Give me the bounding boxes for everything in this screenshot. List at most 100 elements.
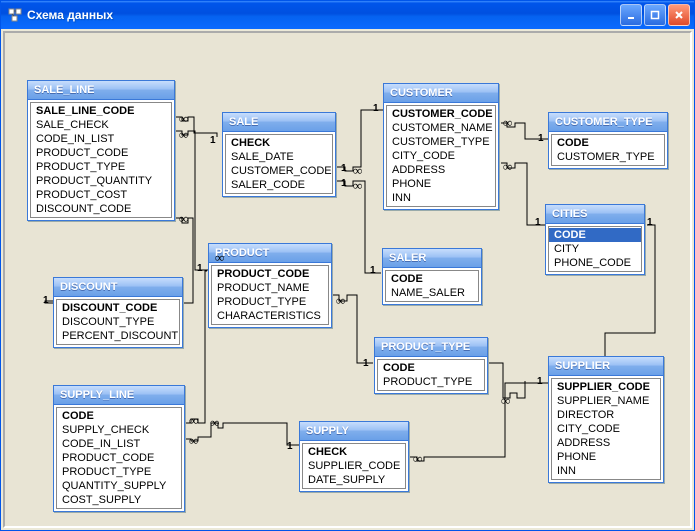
field[interactable]: PRODUCT_CODE: [57, 451, 181, 465]
field[interactable]: SALE_CHECK: [31, 118, 171, 132]
field[interactable]: PRODUCT_QUANTITY: [31, 174, 171, 188]
field[interactable]: ADDRESS: [387, 163, 495, 177]
table-header[interactable]: PRODUCT_TYPE: [375, 338, 487, 357]
field[interactable]: CUSTOMER_CODE: [387, 107, 495, 121]
table-product_type[interactable]: PRODUCT_TYPECODEPRODUCT_TYPE: [374, 337, 488, 394]
field[interactable]: PHONE: [387, 177, 495, 191]
field[interactable]: DIRECTOR: [552, 408, 660, 422]
field[interactable]: CUSTOMER_NAME: [387, 121, 495, 135]
table-sale[interactable]: SALE CHECKSALE_DATECUSTOMER_CODESALER_COD…: [222, 112, 336, 197]
table-body: SUPPLIER_CODESUPPLIER_NAMEDIRECTORCITY_C…: [551, 378, 661, 480]
table-cities[interactable]: CITIES CODECITYPHONE_CODE: [545, 204, 645, 275]
window-buttons: [620, 4, 690, 26]
cardinality-label: ∞: [353, 178, 362, 194]
field[interactable]: CODE: [57, 409, 181, 423]
field[interactable]: PERCENT_DISCOUNT: [57, 329, 179, 343]
field[interactable]: SALER_CODE: [226, 178, 332, 192]
cardinality-label: ∞: [189, 433, 198, 449]
field[interactable]: PRODUCT_CODE: [212, 267, 328, 281]
table-header[interactable]: SALE: [223, 113, 335, 132]
field[interactable]: CHARACTERISTICS: [212, 309, 328, 323]
cardinality-label: ∞: [503, 115, 512, 131]
table-discount[interactable]: DISCOUNT DISCOUNT_CODEDISCOUNT_TYPEPERCEN…: [53, 277, 183, 348]
table-supplier[interactable]: SUPPLIER SUPPLIER_CODESUPPLIER_NAMEDIRECT…: [548, 356, 664, 483]
field[interactable]: COST_SUPPLY: [57, 493, 181, 507]
field[interactable]: DISCOUNT_TYPE: [57, 315, 179, 329]
field[interactable]: CODE_IN_LIST: [31, 132, 171, 146]
close-button[interactable]: [668, 4, 690, 26]
field[interactable]: PRODUCT_TYPE: [57, 465, 181, 479]
table-header[interactable]: SALE_LINE: [28, 81, 174, 100]
table-sale_line[interactable]: SALE_LINE SALE_LINE_CODESALE_CHECKCODE_IN…: [27, 80, 175, 221]
table-body: CODECITYPHONE_CODE: [548, 226, 642, 272]
field[interactable]: CUSTOMER_TYPE: [552, 150, 664, 164]
field[interactable]: INN: [552, 464, 660, 478]
cardinality-label: ∞: [179, 111, 188, 127]
cardinality-label: 1: [363, 358, 369, 369]
field[interactable]: CITY_CODE: [387, 149, 495, 163]
field[interactable]: CODE: [549, 228, 641, 242]
table-body: CHECKSUPPLIER_CODEDATE_SUPPLY: [302, 443, 406, 489]
field[interactable]: CODE: [378, 361, 484, 375]
table-header[interactable]: PRODUCT: [209, 244, 331, 263]
table-body: CUSTOMER_CODECUSTOMER_NAMECUSTOMER_TYPEC…: [386, 105, 496, 207]
field[interactable]: DISCOUNT_CODE: [57, 301, 179, 315]
field[interactable]: DISCOUNT_CODE: [31, 202, 171, 216]
field[interactable]: SALE_DATE: [226, 150, 332, 164]
field[interactable]: CUSTOMER_CODE: [226, 164, 332, 178]
cardinality-label: 1: [210, 135, 216, 146]
field[interactable]: SUPPLIER_CODE: [303, 459, 405, 473]
minimize-button[interactable]: [620, 4, 642, 26]
cardinality-label: 1: [341, 178, 347, 189]
cardinality-label: ∞: [210, 415, 219, 431]
table-header[interactable]: SUPPLY: [300, 422, 408, 441]
field[interactable]: INN: [387, 191, 495, 205]
field[interactable]: SUPPLIER_CODE: [552, 380, 660, 394]
field[interactable]: CUSTOMER_TYPE: [387, 135, 495, 149]
table-header[interactable]: SUPPLY_LINE: [54, 386, 184, 405]
cardinality-label: 1: [370, 265, 376, 276]
table-header[interactable]: SALER: [383, 249, 481, 268]
table-supply_line[interactable]: SUPPLY_LINECODESUPPLY_CHECKCODE_IN_LISTP…: [53, 385, 185, 512]
field[interactable]: CHECK: [303, 445, 405, 459]
table-header[interactable]: CUSTOMER: [384, 84, 498, 103]
field[interactable]: CODE_IN_LIST: [57, 437, 181, 451]
window-title: Схема данных: [27, 8, 620, 22]
field[interactable]: QUANTITY_SUPPLY: [57, 479, 181, 493]
field[interactable]: NAME_SALER: [386, 286, 478, 300]
table-body: DISCOUNT_CODEDISCOUNT_TYPEPERCENT_DISCOU…: [56, 299, 180, 345]
table-header[interactable]: CUSTOMER_TYPE: [549, 113, 667, 132]
table-header[interactable]: DISCOUNT: [54, 278, 182, 297]
field[interactable]: SUPPLY_CHECK: [57, 423, 181, 437]
table-header[interactable]: CITIES: [546, 205, 644, 224]
field[interactable]: DATE_SUPPLY: [303, 473, 405, 487]
field[interactable]: CHECK: [226, 136, 332, 150]
table-product[interactable]: PRODUCT PRODUCT_CODEPRODUCT_NAMEPRODUCT_T…: [208, 243, 332, 328]
field[interactable]: PRODUCT_CODE: [31, 146, 171, 160]
table-header[interactable]: SUPPLIER: [549, 357, 663, 376]
table-customer_type[interactable]: CUSTOMER_TYPECODECUSTOMER_TYPE: [548, 112, 668, 169]
table-customer[interactable]: CUSTOMER CUSTOMER_CODECUSTOMER_NAMECUSTOM…: [383, 83, 499, 210]
field[interactable]: CITY: [549, 242, 641, 256]
cardinality-label: 1: [287, 441, 293, 452]
diagram-canvas[interactable]: SALE_LINESALE_LINE_CODESALE_CHECKCODE_IN…: [3, 31, 692, 528]
field[interactable]: PRODUCT_TYPE: [378, 375, 484, 389]
field[interactable]: CODE: [386, 272, 478, 286]
maximize-button[interactable]: [644, 4, 666, 26]
titlebar[interactable]: Схема данных: [1, 1, 694, 29]
field[interactable]: ADDRESS: [552, 436, 660, 450]
field[interactable]: SUPPLIER_NAME: [552, 394, 660, 408]
table-supply[interactable]: SUPPLY CHECKSUPPLIER_CODEDATE_SUPPLY: [299, 421, 409, 492]
field[interactable]: PHONE_CODE: [549, 256, 641, 270]
field[interactable]: PRODUCT_TYPE: [31, 160, 171, 174]
field[interactable]: PHONE: [552, 450, 660, 464]
table-saler[interactable]: SALER CODENAME_SALER: [382, 248, 482, 305]
field[interactable]: PRODUCT_NAME: [212, 281, 328, 295]
field[interactable]: CITY_CODE: [552, 422, 660, 436]
field[interactable]: PRODUCT_TYPE: [212, 295, 328, 309]
field[interactable]: SALE_LINE_CODE: [31, 104, 171, 118]
cardinality-label: ∞: [501, 393, 510, 409]
field[interactable]: CODE: [552, 136, 664, 150]
cardinality-label: ∞: [189, 413, 198, 429]
field[interactable]: PRODUCT_COST: [31, 188, 171, 202]
